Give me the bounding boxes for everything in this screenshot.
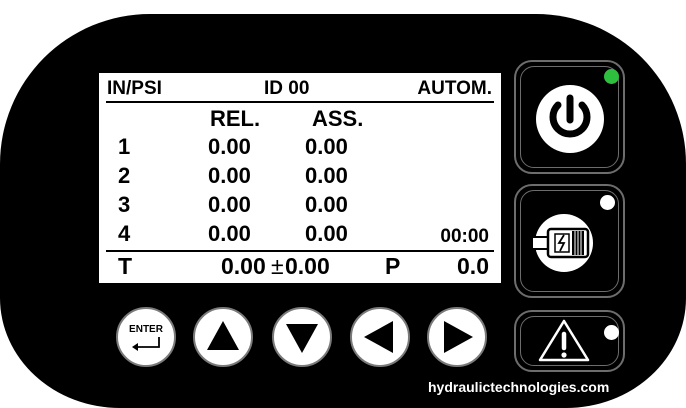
row-1-number: 1 xyxy=(118,134,131,159)
mode-label: AUTOM. xyxy=(417,78,492,99)
row-2-ass: 0.00 xyxy=(305,163,348,188)
row-2-number: 2 xyxy=(118,163,131,188)
row-4-number: 4 xyxy=(118,221,131,246)
pressure-value: 0.0 xyxy=(457,253,489,279)
header-divider xyxy=(106,101,494,103)
total-divider xyxy=(106,250,494,252)
lcd-display: IN/PSI ID 00 AUTOM. REL. ASS. 1 0.00 0.0… xyxy=(99,73,501,283)
column-header-rel: REL. xyxy=(210,106,261,131)
total-value: 0.00 xyxy=(221,253,266,279)
row-1-rel: 0.00 xyxy=(208,134,251,159)
power-button[interactable] xyxy=(514,60,625,174)
left-button[interactable] xyxy=(350,307,410,367)
total-label: T xyxy=(118,253,133,279)
row-2-rel: 0.00 xyxy=(208,163,251,188)
row-3-number: 3 xyxy=(118,192,131,217)
pressure-label: P xyxy=(385,253,401,279)
unit-label: IN/PSI xyxy=(107,78,162,99)
plus-minus-sign: ± xyxy=(271,253,284,279)
row-1-ass: 0.00 xyxy=(305,134,348,159)
motor-led xyxy=(600,195,615,210)
column-header-ass: ASS. xyxy=(312,106,364,131)
warning-button[interactable] xyxy=(514,310,625,372)
power-led xyxy=(604,69,619,84)
row-3-rel: 0.00 xyxy=(208,192,251,217)
row-4-ass: 0.00 xyxy=(305,221,348,246)
motor-button[interactable] xyxy=(514,184,625,298)
warning-led xyxy=(604,325,619,340)
device-id-label: ID 00 xyxy=(264,78,310,99)
triangle-left-icon xyxy=(364,321,393,353)
warning-icon xyxy=(538,319,590,362)
row-3-ass: 0.00 xyxy=(305,192,348,217)
enter-button[interactable]: ENTER xyxy=(116,307,176,367)
triangle-down-icon xyxy=(286,324,318,353)
enter-arrow-icon xyxy=(132,337,160,351)
timer-readout: 00:00 xyxy=(440,226,489,247)
up-button[interactable] xyxy=(193,307,253,367)
triangle-up-icon xyxy=(207,321,239,350)
total-deviation: 0.00 xyxy=(285,253,330,279)
website-url: hydraulictechnologies.com xyxy=(428,379,610,395)
triangle-right-icon xyxy=(444,321,473,353)
row-4-rel: 0.00 xyxy=(208,221,251,246)
right-button[interactable] xyxy=(427,307,487,367)
down-button[interactable] xyxy=(272,307,332,367)
